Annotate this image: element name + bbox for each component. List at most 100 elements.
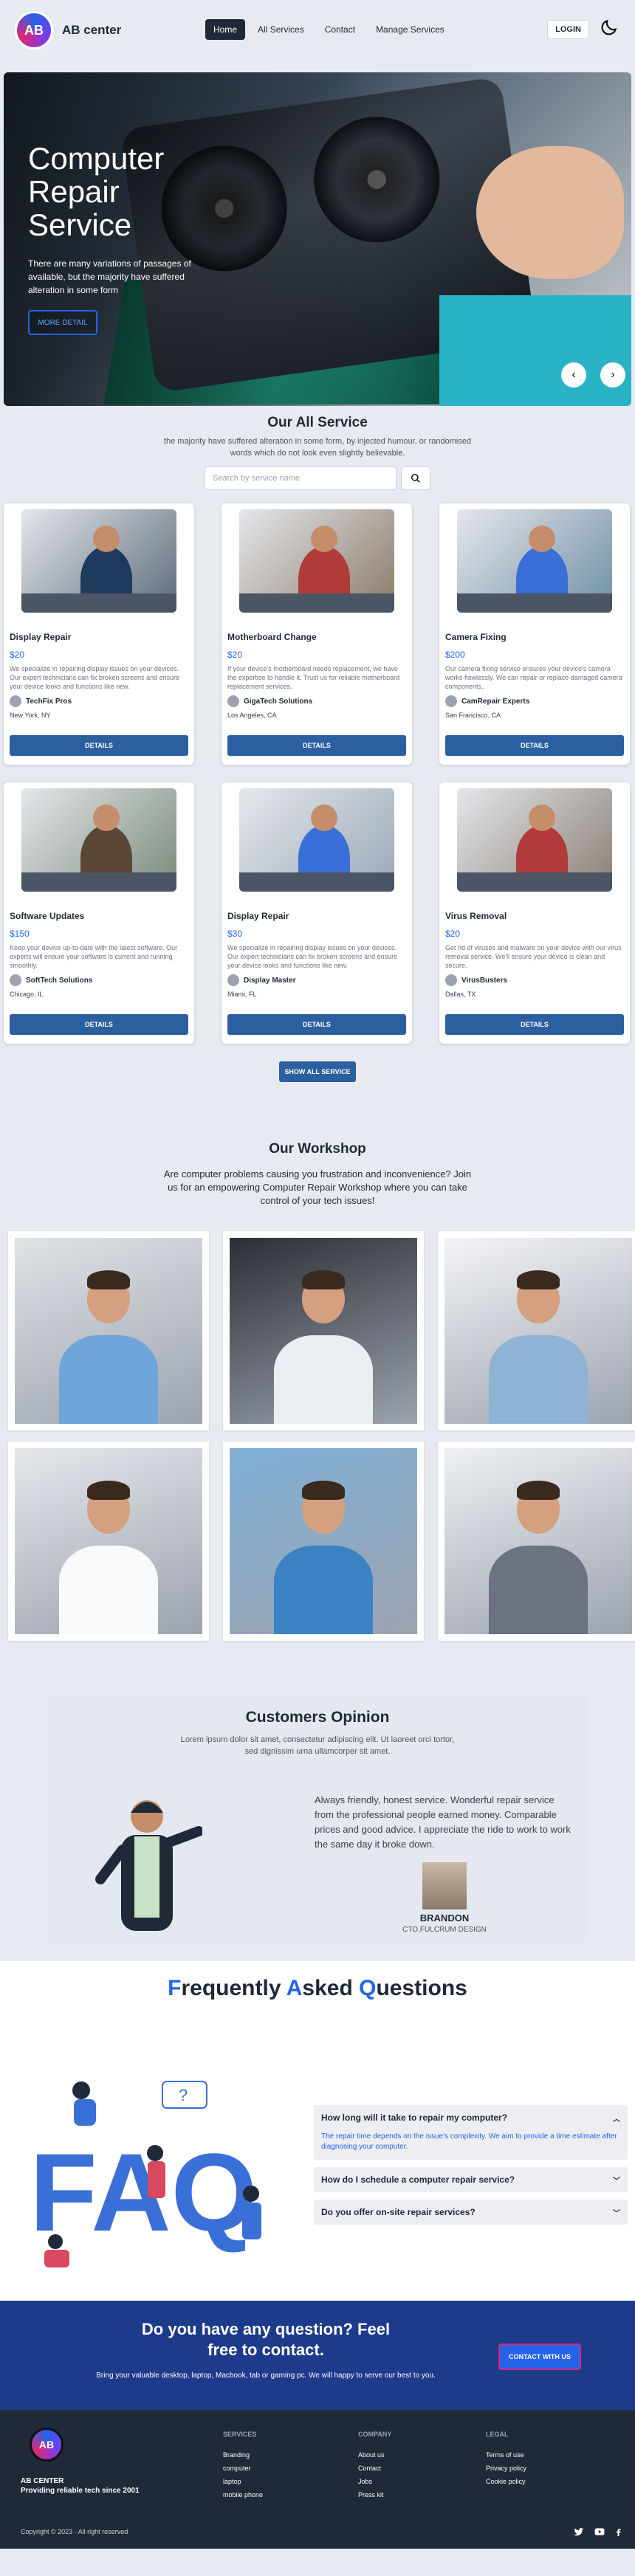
provider-avatar-icon [10, 695, 21, 707]
copyright: Copyright © 2023 - All right reserved [21, 2528, 128, 2535]
opinion-title: Customers Opinion [245, 1709, 390, 1726]
nav-links: Home All Services Contact Manage Service… [205, 19, 453, 40]
facebook-icon[interactable] [614, 2527, 623, 2537]
navbar: AB AB center Home All Services Contact M… [0, 0, 635, 61]
service-location: Chicago, IL [10, 991, 44, 998]
service-card: Camera Fixing $200 Our camera fixing ser… [439, 503, 630, 765]
faq-title-letter: A [286, 1976, 303, 2000]
service-description: Get rid of viruses and malware on your d… [445, 944, 622, 969]
faq-item[interactable]: Do you offer on-site repair services? ﹀ [314, 2200, 628, 2225]
carousel-next-button[interactable]: › [600, 362, 625, 388]
workshop-section: Our Workshop Are computer problems causi… [0, 1082, 635, 1641]
footer-brand: AB CENTER Providing reliable tech since … [21, 2476, 140, 2496]
service-image [21, 788, 176, 892]
search-button[interactable] [401, 466, 430, 490]
details-button[interactable]: DETAILS [10, 735, 188, 756]
person-hair [517, 1270, 560, 1289]
faq-question: How do I schedule a computer repair serv… [321, 2174, 515, 2185]
youtube-icon[interactable] [594, 2527, 605, 2537]
carousel-prev-button[interactable]: ‹ [561, 362, 586, 388]
twitter-icon[interactable] [573, 2527, 585, 2537]
contact-title: Do you have any question? Feel free to c… [141, 2320, 391, 2359]
service-description: We specialize in repairing display issue… [10, 665, 180, 690]
service-image [457, 788, 612, 892]
footer-heading: SERVICES [223, 2431, 257, 2438]
details-button[interactable]: DETAILS [445, 1014, 624, 1035]
footer-link[interactable]: Jobs [358, 2475, 391, 2488]
service-image [21, 509, 176, 613]
faq-item[interactable]: How long will it take to repair my compu… [314, 2105, 628, 2160]
footer-link[interactable]: laptop [223, 2475, 263, 2488]
customer-illustration [95, 1800, 202, 1931]
provider-name: VirusBusters [461, 976, 508, 985]
footer-brand-name: AB CENTER [21, 2477, 64, 2485]
footer-link[interactable]: mobile phone [223, 2488, 263, 2501]
workbench [239, 593, 394, 613]
details-button[interactable]: DETAILS [227, 1014, 406, 1035]
faq-illustration: FAQ ? [30, 2081, 261, 2267]
logo-text: AB [24, 22, 44, 38]
service-title: Display Repair [10, 632, 72, 642]
contact-text: Bring your valuable desktop, laptop, Mac… [96, 2372, 436, 2380]
nav-manage-services[interactable]: Manage Services [368, 19, 453, 40]
provider-name: Display Master [244, 976, 296, 985]
provider-name: SoftTech Solutions [26, 976, 93, 985]
more-detail-button[interactable]: MORE DETAIL [28, 310, 97, 335]
footer-link[interactable]: Press kit [358, 2488, 391, 2501]
services-title: Our All Service [267, 415, 368, 430]
footer-link[interactable]: Branding [223, 2448, 263, 2462]
footer-col-company: COMPANY About us Contact Jobs Press kit [358, 2428, 391, 2501]
workshop-photo [8, 1231, 209, 1430]
footer-link[interactable]: Terms of use [486, 2448, 526, 2462]
brand-name[interactable]: AB center [62, 23, 121, 38]
footer-col-services: SERVICES Branding computer laptop mobile… [223, 2428, 263, 2501]
show-all-service-button[interactable]: SHOW ALL SERVICE [279, 1061, 356, 1082]
nav-all-services[interactable]: All Services [250, 19, 312, 40]
reviewer-avatar [422, 1862, 467, 1909]
service-provider: Display Master [227, 974, 406, 986]
service-image [239, 788, 394, 892]
footer-link[interactable]: computer [223, 2462, 263, 2475]
person-hair [87, 1481, 130, 1500]
faq-title-word: requently [181, 1976, 286, 2000]
contact-with-us-button[interactable]: CONTACT WITH US [498, 2343, 581, 2370]
login-button[interactable]: LOGIN [547, 20, 589, 39]
service-card: Virus Removal $20 Get rid of viruses and… [439, 782, 630, 1044]
workshop-photo [438, 1442, 635, 1641]
technician-head [529, 526, 555, 552]
reviewer-name: BRANDON [419, 1912, 470, 1924]
service-title: Virus Removal [445, 911, 507, 921]
footer-logo-text: AB [38, 2439, 55, 2451]
footer-link[interactable]: About us [358, 2448, 391, 2462]
workshop-image [444, 1238, 632, 1424]
details-button[interactable]: DETAILS [445, 735, 624, 756]
service-provider: VirusBusters [445, 974, 624, 986]
service-search-input[interactable]: Search by service name [205, 466, 397, 490]
footer-link[interactable]: Privacy policy [486, 2462, 526, 2475]
details-button[interactable]: DETAILS [227, 735, 406, 756]
workbench [21, 593, 176, 613]
service-card: Motherboard Change $20 If your device's … [222, 503, 412, 765]
service-image [457, 509, 612, 613]
faq-title: Frequently Asked Questions [0, 1976, 635, 2001]
nav-home[interactable]: Home [205, 19, 246, 40]
brand-logo[interactable]: AB [15, 11, 53, 49]
footer-link[interactable]: Contact [358, 2462, 391, 2475]
details-button[interactable]: DETAILS [10, 1014, 188, 1035]
nav-contact[interactable]: Contact [317, 19, 363, 40]
workshop-gallery [0, 1231, 635, 1641]
moon-icon[interactable] [600, 18, 619, 37]
faq-item[interactable]: How do I schedule a computer repair serv… [314, 2167, 628, 2192]
workshop-image [230, 1238, 417, 1424]
service-provider: TechFix Pros [10, 695, 188, 707]
chevron-down-icon: ﹀ [613, 2210, 620, 2218]
workbench [457, 593, 612, 613]
search-icon [411, 474, 420, 483]
faq-title-letter: F [168, 1976, 182, 2000]
service-cards: Display Repair $20 We specialize in repa… [0, 503, 635, 1061]
footer-link[interactable]: Cookie policy [486, 2475, 526, 2488]
faq-question: Do you offer on-site repair services? [321, 2207, 476, 2217]
faq-answer: The repair time depends on the issue's c… [321, 2132, 617, 2151]
service-provider: CamRepair Experts [445, 695, 624, 707]
workshop-image [230, 1448, 417, 1634]
